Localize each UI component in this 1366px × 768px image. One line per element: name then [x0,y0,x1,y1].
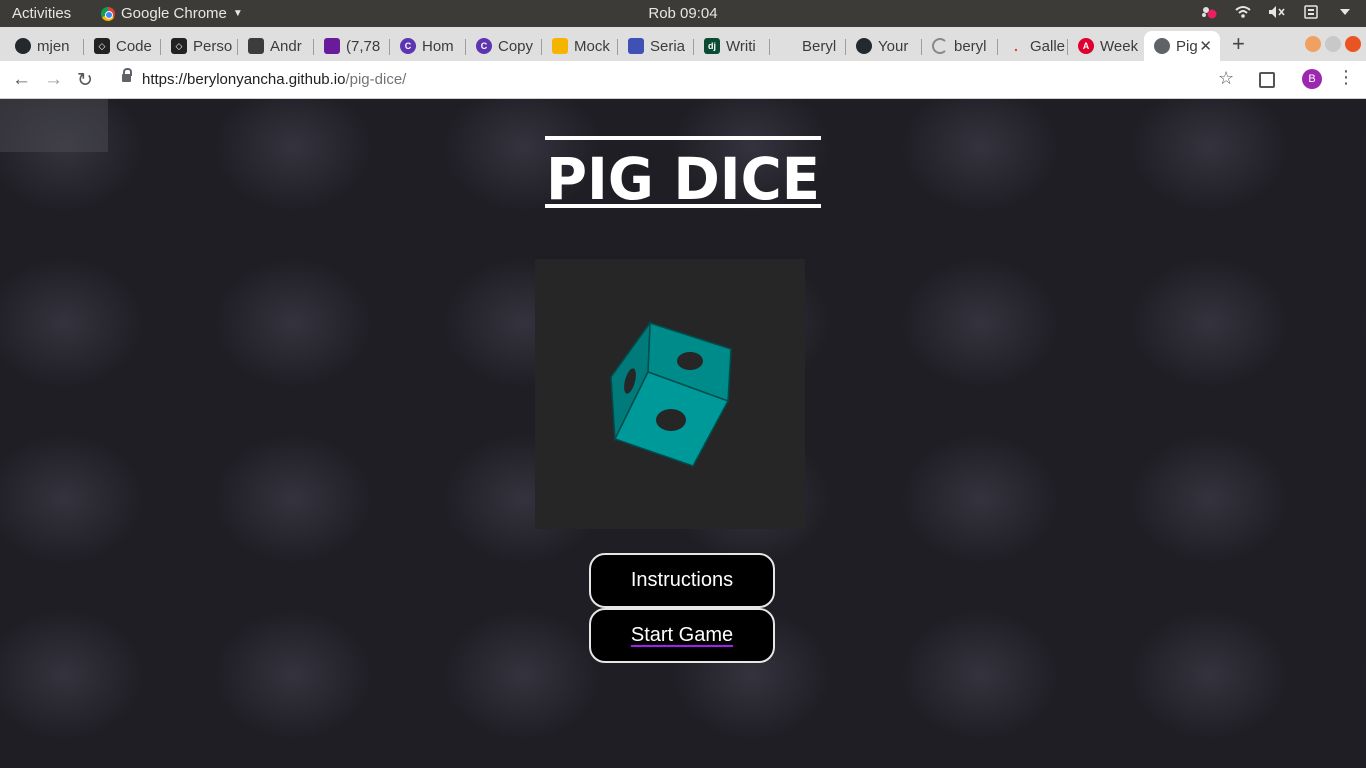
new-tab-button[interactable]: + [1232,31,1245,57]
tab-13[interactable]: . Galle [998,31,1068,61]
slack-icon[interactable] [1200,4,1218,20]
c-logo-icon: C [476,38,492,54]
chrome-icon [101,6,115,21]
reload-icon[interactable]: ↻ [77,69,93,92]
maximize-button[interactable] [1325,36,1341,52]
close-window-button[interactable] [1345,36,1361,52]
instructions-button[interactable]: Instructions [589,553,775,608]
tab-active-pig-dice[interactable]: Pig ✕ [1144,31,1220,61]
url-path: /pig-dice/ [345,71,407,88]
minimize-button[interactable] [1305,36,1321,52]
dice-icon[interactable] [535,259,805,529]
tab-label: Hom [422,37,454,55]
chevron-down-icon[interactable] [1336,4,1354,20]
page-content: PIG DICE Instructions Start Game [0,99,1366,768]
activities-button[interactable]: Activities [12,5,71,22]
dice-panel [535,259,805,529]
profile-avatar[interactable]: B [1302,69,1322,89]
android-icon [248,38,264,54]
mail-icon [324,38,340,54]
address-bar[interactable]: https://berylonyancha.github.io/pig-dice… [142,71,406,88]
tab-0[interactable]: mjen [5,31,84,61]
tab-14[interactable]: A Week [1068,31,1144,61]
docs-icon [628,38,644,54]
lock-icon[interactable] [122,68,132,84]
codepen-icon: ◇ [94,38,110,54]
tab-label: (7,78 [346,37,381,55]
codepen-icon: ◇ [171,38,187,54]
browser-toolbar: ← → ↻ https://berylonyancha.github.io/pi… [0,61,1366,99]
tab-6[interactable]: C Copy [466,31,542,61]
loading-icon [932,38,948,54]
tab-8[interactable]: Seria [618,31,694,61]
system-tray[interactable] [1200,4,1354,20]
volume-icon[interactable] [1268,4,1286,20]
tab-label: Your [878,37,909,55]
close-tab-icon[interactable]: ✕ [1199,37,1212,55]
dot-icon: . [1014,38,1018,54]
forward-icon[interactable]: → [44,69,63,91]
slides-icon [552,38,568,54]
tab-label: Code [116,37,152,55]
tab-label: Copy [498,37,534,55]
tab-9[interactable]: dj Writi [694,31,770,61]
tab-7[interactable]: Mock [542,31,618,61]
github-icon [15,38,31,54]
tab-label: Andr [270,37,302,55]
tab-11[interactable]: Your [846,31,922,61]
angular-icon: A [1078,38,1094,54]
tab-label: mjen [37,37,70,55]
system-top-bar: Activities Google Chrome ▼ Rob 09:04 [0,0,1366,27]
tab-1[interactable]: ◇ Code [84,31,161,61]
tab-10[interactable]: Beryl [770,31,846,61]
chevron-down-icon: ▼ [232,8,243,19]
extension-icon[interactable] [1259,72,1275,88]
tab-label: Perso [193,37,233,55]
start-game-button[interactable]: Start Game [589,608,775,663]
blank-icon [780,38,796,54]
bookmark-star-icon[interactable]: ☆ [1218,68,1234,89]
tab-label: Mock [574,37,610,55]
django-icon: dj [704,38,720,54]
wifi-icon[interactable] [1234,4,1252,20]
pig-dice-logo: PIG DICE [545,136,821,208]
github-icon [856,38,872,54]
corner-panel [0,99,108,152]
start-game-label: Start Game [630,624,734,646]
tab-label: Seria [650,37,686,55]
tab-12[interactable]: beryl [922,31,998,61]
tab-5[interactable]: C Hom [390,31,466,61]
battery-icon[interactable] [1302,4,1320,20]
tab-strip: mjen ◇ Code ◇ Perso Andr (7,78 C Hom C Copy … [0,27,1366,61]
menu-icon[interactable]: ⋮ [1337,67,1355,88]
url-host: https://berylonyancha.github.io [142,71,346,88]
logo-text: PIG DICE [546,145,820,208]
tab-label: beryl [954,37,987,55]
tab-label: Writi [726,37,756,55]
tab-label: Galle [1030,37,1066,55]
globe-icon [1154,38,1170,54]
tab-label: Beryl [802,37,837,55]
tab-2[interactable]: ◇ Perso [161,31,238,61]
app-menu[interactable]: Google Chrome ▼ [101,5,243,22]
app-name: Google Chrome [121,5,227,22]
c-logo-icon: C [400,38,416,54]
tab-label: Week [1100,37,1139,55]
instructions-label: Instructions [630,569,734,591]
tab-label: Pig [1176,37,1198,55]
tab-4[interactable]: (7,78 [314,31,390,61]
back-icon[interactable]: ← [12,69,31,91]
tab-3[interactable]: Andr [238,31,314,61]
